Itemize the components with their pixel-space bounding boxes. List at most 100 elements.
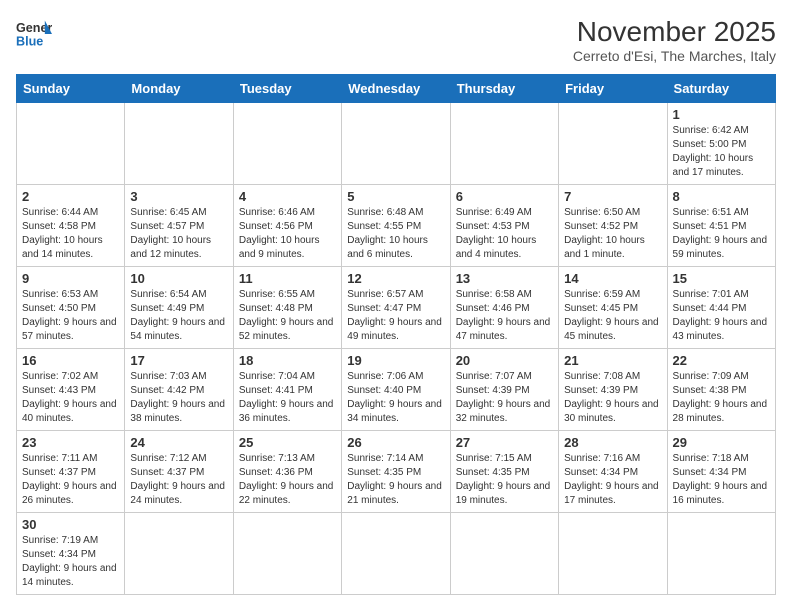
- calendar-cell: 16Sunrise: 7:02 AM Sunset: 4:43 PM Dayli…: [17, 349, 125, 431]
- day-number: 3: [130, 189, 227, 204]
- calendar-cell: 24 Sunrise: 7:12 AM Sunset: 4:37 PM Dayli…: [125, 431, 233, 513]
- calendar-cell: 8Sunrise: 6:51 AM Sunset: 4:51 PM Daylig…: [667, 185, 775, 267]
- calendar-week-row: 2Sunrise: 6:44 AM Sunset: 4:58 PM Daylig…: [17, 185, 776, 267]
- day-info: Sunrise: 6:55 AM Sunset: 4:48 PM Dayligh…: [239, 288, 336, 344]
- calendar-cell: [125, 513, 233, 595]
- calendar-cell: [559, 513, 667, 595]
- day-info: Sunrise: 7:14 AM Sunset: 4:35 PM Dayligh…: [347, 452, 444, 508]
- day-info: Sunrise: 7:09 AM Sunset: 4:38 PM Dayligh…: [673, 370, 770, 426]
- day-info: Sunrise: 6:49 AM Sunset: 4:53 PM Dayligh…: [456, 206, 553, 262]
- calendar-cell: 13 Sunrise: 6:58 AM Sunset: 4:46 PM Dayli…: [450, 267, 558, 349]
- day-info: Sunrise: 7:12 AM Sunset: 4:37 PM Dayligh…: [130, 452, 227, 508]
- svg-text:Blue: Blue: [16, 35, 43, 49]
- day-info: Sunrise: 6:42 AM Sunset: 5:00 PM Dayligh…: [673, 124, 770, 180]
- calendar-table: SundayMondayTuesdayWednesdayThursdayFrid…: [16, 74, 776, 595]
- calendar-cell: 4 Sunrise: 6:46 AM Sunset: 4:56 PM Daylig…: [233, 185, 341, 267]
- day-of-week-header: Monday: [125, 75, 233, 103]
- calendar-cell: 27 Sunrise: 7:15 AM Sunset: 4:35 PM Dayli…: [450, 431, 558, 513]
- day-info: Sunrise: 6:46 AM Sunset: 4:56 PM Dayligh…: [239, 206, 336, 262]
- day-of-week-header: Wednesday: [342, 75, 450, 103]
- day-of-week-header: Tuesday: [233, 75, 341, 103]
- day-number: 16: [22, 353, 119, 368]
- day-number: 9: [22, 271, 119, 286]
- calendar-cell: 23 Sunrise: 7:11 AM Sunset: 4:37 PM Dayli…: [17, 431, 125, 513]
- day-number: 14: [564, 271, 661, 286]
- day-number: 10: [130, 271, 227, 286]
- day-info: Sunrise: 6:54 AM Sunset: 4:49 PM Dayligh…: [130, 288, 227, 344]
- page-header: General Blue November 2025 Cerreto d'Esi…: [16, 16, 776, 64]
- day-number: 27: [456, 435, 553, 450]
- day-number: 18: [239, 353, 336, 368]
- calendar-cell: 5 Sunrise: 6:48 AM Sunset: 4:55 PM Daylig…: [342, 185, 450, 267]
- calendar-header-row: SundayMondayTuesdayWednesdayThursdayFrid…: [17, 75, 776, 103]
- day-number: 29: [673, 435, 770, 450]
- calendar-cell: [17, 103, 125, 185]
- calendar-cell: 22 Sunrise: 7:09 AM Sunset: 4:38 PM Dayli…: [667, 349, 775, 431]
- calendar-week-row: 16Sunrise: 7:02 AM Sunset: 4:43 PM Dayli…: [17, 349, 776, 431]
- calendar-cell: [667, 513, 775, 595]
- day-info: Sunrise: 6:51 AM Sunset: 4:51 PM Dayligh…: [673, 206, 770, 262]
- day-number: 30: [22, 517, 119, 532]
- day-of-week-header: Friday: [559, 75, 667, 103]
- calendar-cell: [125, 103, 233, 185]
- calendar-cell: 20Sunrise: 7:07 AM Sunset: 4:39 PM Dayli…: [450, 349, 558, 431]
- day-number: 28: [564, 435, 661, 450]
- calendar-title: November 2025: [573, 16, 776, 48]
- calendar-week-row: 30Sunrise: 7:19 AM Sunset: 4:34 PM Dayli…: [17, 513, 776, 595]
- calendar-cell: 10 Sunrise: 6:54 AM Sunset: 4:49 PM Dayli…: [125, 267, 233, 349]
- day-number: 13: [456, 271, 553, 286]
- day-number: 23: [22, 435, 119, 450]
- day-info: Sunrise: 6:58 AM Sunset: 4:46 PM Dayligh…: [456, 288, 553, 344]
- day-number: 20: [456, 353, 553, 368]
- day-number: 6: [456, 189, 553, 204]
- day-info: Sunrise: 7:06 AM Sunset: 4:40 PM Dayligh…: [347, 370, 444, 426]
- calendar-cell: 28 Sunrise: 7:16 AM Sunset: 4:34 PM Dayli…: [559, 431, 667, 513]
- day-number: 17: [130, 353, 227, 368]
- day-number: 11: [239, 271, 336, 286]
- day-info: Sunrise: 6:53 AM Sunset: 4:50 PM Dayligh…: [22, 288, 119, 344]
- day-info: Sunrise: 7:11 AM Sunset: 4:37 PM Dayligh…: [22, 452, 119, 508]
- day-of-week-header: Thursday: [450, 75, 558, 103]
- day-info: Sunrise: 6:48 AM Sunset: 4:55 PM Dayligh…: [347, 206, 444, 262]
- day-number: 22: [673, 353, 770, 368]
- day-info: Sunrise: 6:59 AM Sunset: 4:45 PM Dayligh…: [564, 288, 661, 344]
- day-number: 4: [239, 189, 336, 204]
- title-block: November 2025 Cerreto d'Esi, The Marches…: [573, 16, 776, 64]
- calendar-cell: 19 Sunrise: 7:06 AM Sunset: 4:40 PM Dayli…: [342, 349, 450, 431]
- calendar-week-row: 23 Sunrise: 7:11 AM Sunset: 4:37 PM Dayli…: [17, 431, 776, 513]
- day-info: Sunrise: 7:03 AM Sunset: 4:42 PM Dayligh…: [130, 370, 227, 426]
- calendar-cell: 2Sunrise: 6:44 AM Sunset: 4:58 PM Daylig…: [17, 185, 125, 267]
- day-number: 5: [347, 189, 444, 204]
- day-number: 21: [564, 353, 661, 368]
- calendar-cell: [450, 103, 558, 185]
- day-of-week-header: Saturday: [667, 75, 775, 103]
- day-number: 24: [130, 435, 227, 450]
- calendar-cell: 9 Sunrise: 6:53 AM Sunset: 4:50 PM Daylig…: [17, 267, 125, 349]
- day-info: Sunrise: 7:16 AM Sunset: 4:34 PM Dayligh…: [564, 452, 661, 508]
- day-number: 26: [347, 435, 444, 450]
- calendar-cell: 18Sunrise: 7:04 AM Sunset: 4:41 PM Dayli…: [233, 349, 341, 431]
- calendar-cell: 11 Sunrise: 6:55 AM Sunset: 4:48 PM Dayli…: [233, 267, 341, 349]
- day-number: 12: [347, 271, 444, 286]
- calendar-cell: [342, 103, 450, 185]
- calendar-cell: [342, 513, 450, 595]
- calendar-cell: 21Sunrise: 7:08 AM Sunset: 4:39 PM Dayli…: [559, 349, 667, 431]
- day-info: Sunrise: 7:15 AM Sunset: 4:35 PM Dayligh…: [456, 452, 553, 508]
- calendar-cell: 14 Sunrise: 6:59 AM Sunset: 4:45 PM Dayli…: [559, 267, 667, 349]
- day-info: Sunrise: 6:50 AM Sunset: 4:52 PM Dayligh…: [564, 206, 661, 262]
- calendar-week-row: 1Sunrise: 6:42 AM Sunset: 5:00 PM Daylig…: [17, 103, 776, 185]
- calendar-subtitle: Cerreto d'Esi, The Marches, Italy: [573, 48, 776, 64]
- day-number: 7: [564, 189, 661, 204]
- day-number: 19: [347, 353, 444, 368]
- calendar-cell: [233, 513, 341, 595]
- day-number: 2: [22, 189, 119, 204]
- day-info: Sunrise: 6:57 AM Sunset: 4:47 PM Dayligh…: [347, 288, 444, 344]
- calendar-cell: 15Sunrise: 7:01 AM Sunset: 4:44 PM Dayli…: [667, 267, 775, 349]
- calendar-cell: 3Sunrise: 6:45 AM Sunset: 4:57 PM Daylig…: [125, 185, 233, 267]
- calendar-cell: 30Sunrise: 7:19 AM Sunset: 4:34 PM Dayli…: [17, 513, 125, 595]
- logo-icon: General Blue: [16, 16, 52, 52]
- day-info: Sunrise: 7:18 AM Sunset: 4:34 PM Dayligh…: [673, 452, 770, 508]
- day-info: Sunrise: 7:01 AM Sunset: 4:44 PM Dayligh…: [673, 288, 770, 344]
- day-of-week-header: Sunday: [17, 75, 125, 103]
- calendar-cell: [233, 103, 341, 185]
